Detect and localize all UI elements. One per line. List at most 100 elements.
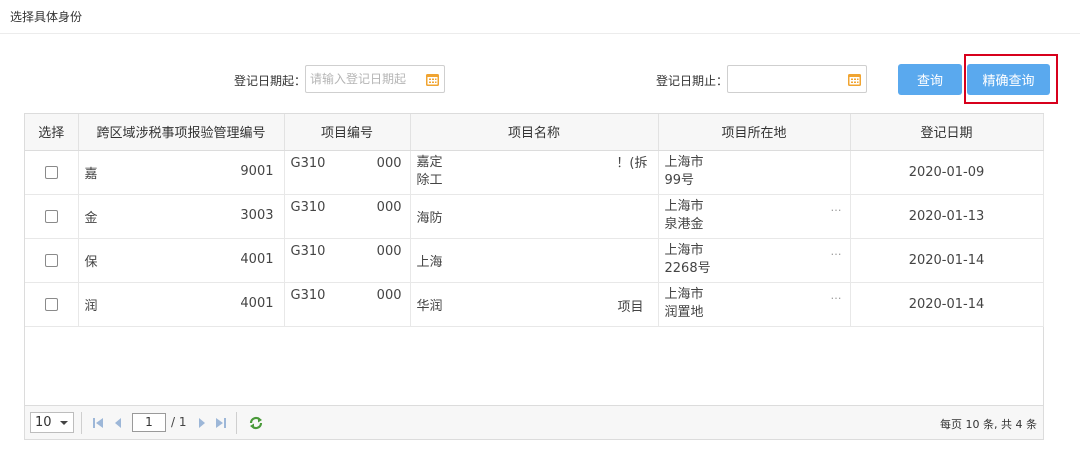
table-row[interactable]: 金 3003 G310 000 海防 上海市 泉港金 … 2020-01-13 bbox=[25, 194, 1044, 239]
col-header-date: 登记日期 bbox=[850, 114, 1044, 151]
col-header-project-no: 项目编号 bbox=[284, 114, 411, 151]
date-cell: 2020-01-14 bbox=[850, 282, 1044, 327]
project-no-prefix: G310 bbox=[290, 155, 326, 171]
last-page-icon[interactable] bbox=[215, 417, 227, 429]
location-tail: … bbox=[830, 200, 842, 214]
dialog-title: 选择具体身份 bbox=[10, 10, 83, 24]
end-date-label: 登记日期止： bbox=[656, 74, 729, 88]
location-line1: 上海市 bbox=[664, 155, 704, 170]
title-divider bbox=[0, 33, 1080, 34]
refresh-icon[interactable] bbox=[248, 415, 264, 431]
current-page-input[interactable]: 1 bbox=[132, 413, 166, 432]
project-name-cell: 海防 bbox=[410, 194, 659, 239]
location-line1: 上海市 bbox=[664, 199, 704, 214]
select-cell[interactable] bbox=[25, 194, 79, 239]
location-tail: … bbox=[830, 244, 842, 258]
mgmt-no-suffix: 9001 bbox=[240, 163, 274, 179]
project-no-prefix: G310 bbox=[290, 243, 326, 259]
mgmt-no-prefix: 润 bbox=[84, 298, 98, 314]
project-name-tail: 项目 bbox=[617, 299, 644, 315]
row-checkbox[interactable] bbox=[44, 253, 58, 267]
table-row[interactable]: 嘉 9001 G310 000 嘉定 除工 ！(拆 上海市 99号 2020-0… bbox=[25, 150, 1044, 195]
mgmt-no-prefix: 金 bbox=[84, 210, 98, 226]
project-no-suffix: 000 bbox=[376, 155, 402, 171]
start-date-input[interactable] bbox=[306, 66, 444, 92]
location-cell: 上海市 2268号 … bbox=[658, 238, 851, 283]
project-name-tail: ！(拆 bbox=[616, 155, 648, 171]
col-header-select: 选择 bbox=[25, 114, 79, 151]
start-date-field[interactable] bbox=[305, 65, 445, 93]
mgmt-no-cell: 保 4001 bbox=[78, 238, 285, 283]
project-name-line2: 除工 bbox=[416, 173, 443, 188]
project-no-cell: G310 000 bbox=[284, 238, 411, 283]
location-line1: 上海市 bbox=[664, 243, 704, 258]
highlight-annotation-box bbox=[964, 54, 1058, 104]
project-no-suffix: 000 bbox=[376, 287, 402, 303]
mgmt-no-suffix: 4001 bbox=[240, 295, 274, 311]
table-header-row: 选择 跨区域涉税事项报验管理编号 项目编号 项目名称 项目所在地 登记日期 bbox=[25, 114, 1044, 151]
page-summary: 每页 10 条, 共 4 条 bbox=[940, 418, 1037, 431]
project-name-line1: 华润 bbox=[416, 298, 443, 314]
mgmt-no-prefix: 嘉 bbox=[84, 166, 98, 182]
mgmt-no-prefix: 保 bbox=[84, 254, 98, 270]
end-date-field[interactable] bbox=[727, 65, 867, 93]
location-line2: 润置地 bbox=[664, 305, 704, 320]
mgmt-no-cell: 嘉 9001 bbox=[78, 150, 285, 195]
table-row[interactable]: 保 4001 G310 000 上海 上海市 2268号 … 2020-01-1… bbox=[25, 238, 1044, 283]
project-name-line1: 上海 bbox=[416, 254, 443, 270]
location-tail: … bbox=[830, 288, 842, 302]
project-name-cell: 华润 项目 bbox=[410, 282, 659, 327]
date-cell: 2020-01-13 bbox=[850, 194, 1044, 239]
chevron-down-icon bbox=[60, 421, 68, 425]
project-no-suffix: 000 bbox=[376, 199, 402, 215]
project-no-suffix: 000 bbox=[376, 243, 402, 259]
location-cell: 上海市 99号 bbox=[658, 150, 851, 195]
date-cell: 2020-01-14 bbox=[850, 238, 1044, 283]
select-cell[interactable] bbox=[25, 150, 79, 195]
page-size-value: 10 bbox=[35, 415, 52, 430]
page-size-select[interactable]: 10 bbox=[30, 412, 74, 433]
project-name-cell: 嘉定 除工 ！(拆 bbox=[410, 150, 659, 195]
total-pages: / 1 bbox=[171, 415, 187, 429]
mgmt-no-cell: 润 4001 bbox=[78, 282, 285, 327]
select-cell[interactable] bbox=[25, 238, 79, 283]
location-cell: 上海市 泉港金 … bbox=[658, 194, 851, 239]
prev-page-icon[interactable] bbox=[113, 417, 123, 429]
location-line1: 上海市 bbox=[664, 287, 704, 302]
project-no-cell: G310 000 bbox=[284, 150, 411, 195]
date-cell: 2020-01-09 bbox=[850, 150, 1044, 195]
pagination-bar: 10 1 / 1 每页 10 条, 共 4 条 bbox=[25, 405, 1043, 439]
row-checkbox[interactable] bbox=[44, 297, 58, 311]
result-table: 选择 跨区域涉税事项报验管理编号 项目编号 项目名称 项目所在地 登记日期 嘉 … bbox=[25, 114, 1044, 327]
row-checkbox[interactable] bbox=[44, 165, 58, 179]
col-header-location: 项目所在地 bbox=[658, 114, 851, 151]
row-checkbox[interactable] bbox=[44, 209, 58, 223]
start-date-label: 登记日期起： bbox=[234, 74, 307, 88]
result-grid: 选择 跨区域涉税事项报验管理编号 项目编号 项目名称 项目所在地 登记日期 嘉 … bbox=[24, 113, 1044, 440]
location-cell: 上海市 润置地 … bbox=[658, 282, 851, 327]
project-name-line1: 海防 bbox=[416, 210, 443, 226]
mgmt-no-suffix: 4001 bbox=[240, 251, 274, 267]
table-row[interactable]: 润 4001 G310 000 华润 项目 上海市 润置地 … 2020-01-… bbox=[25, 282, 1044, 327]
location-line2: 2268号 bbox=[664, 261, 711, 276]
select-cell[interactable] bbox=[25, 282, 79, 327]
project-no-cell: G310 000 bbox=[284, 194, 411, 239]
location-line2: 泉港金 bbox=[664, 217, 704, 232]
pager-divider bbox=[81, 412, 82, 434]
first-page-icon[interactable] bbox=[92, 417, 104, 429]
project-no-prefix: G310 bbox=[290, 199, 326, 215]
project-name-cell: 上海 bbox=[410, 238, 659, 283]
pager-divider bbox=[236, 412, 237, 434]
calendar-icon[interactable] bbox=[425, 72, 440, 87]
end-date-input[interactable] bbox=[728, 66, 866, 92]
col-header-mgmt-no: 跨区域涉税事项报验管理编号 bbox=[78, 114, 285, 151]
location-line2: 99号 bbox=[664, 173, 695, 188]
project-no-prefix: G310 bbox=[290, 287, 326, 303]
query-button[interactable]: 查询 bbox=[898, 64, 962, 95]
col-header-project-name: 项目名称 bbox=[410, 114, 659, 151]
mgmt-no-cell: 金 3003 bbox=[78, 194, 285, 239]
calendar-icon[interactable] bbox=[847, 72, 862, 87]
project-no-cell: G310 000 bbox=[284, 282, 411, 327]
mgmt-no-suffix: 3003 bbox=[240, 207, 274, 223]
next-page-icon[interactable] bbox=[197, 417, 207, 429]
